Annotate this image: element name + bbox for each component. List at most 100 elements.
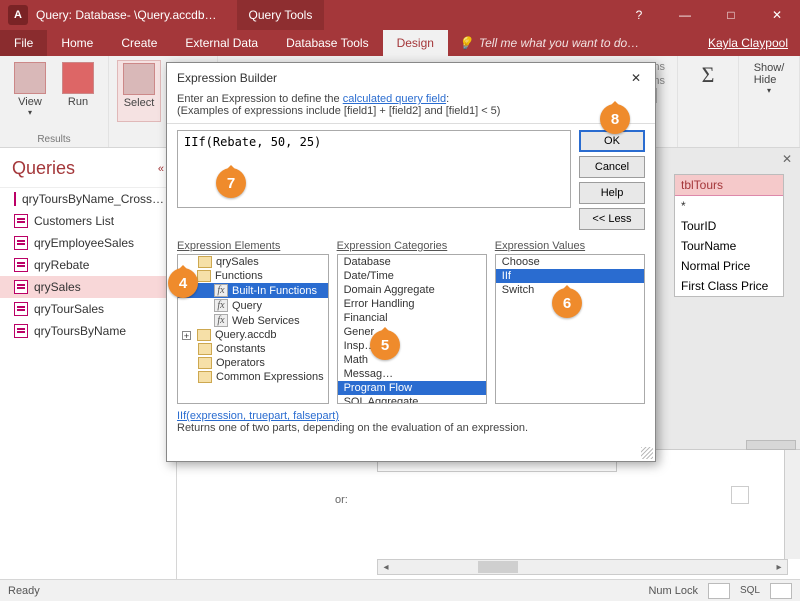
nav-item[interactable]: qryEmployeeSales — [0, 232, 176, 254]
category-item[interactable]: Financial — [338, 311, 486, 325]
scroll-left-icon[interactable]: ◂ — [378, 560, 394, 574]
expression-elements-tree[interactable]: qrySales-FunctionsfxBuilt-In Functionsfx… — [177, 254, 329, 404]
tree-item[interactable]: + Query.accdb — [178, 328, 328, 342]
splitter-handle[interactable] — [746, 440, 796, 450]
tree-item[interactable]: fx Query — [178, 298, 328, 313]
status-numlock: Num Lock — [648, 585, 698, 597]
nav-item[interactable]: qryRebate — [0, 254, 176, 276]
tree-item[interactable]: -Functions — [178, 269, 328, 283]
signed-in-user[interactable]: Kayla Claypool — [696, 30, 800, 56]
view-button[interactable]: View▾ — [8, 60, 52, 119]
tree-item[interactable]: qrySales — [178, 255, 328, 269]
nav-header[interactable]: Queries « — [0, 154, 176, 188]
category-item[interactable]: Messag… — [338, 367, 486, 381]
category-item[interactable]: Insp… — [338, 339, 486, 353]
document-close-button[interactable]: ✕ — [782, 152, 792, 166]
table-field[interactable]: TourName — [675, 236, 783, 256]
intro-link[interactable]: calculated query field — [343, 93, 446, 105]
navigation-pane: Queries « qryToursByName_Cross… Customers … — [0, 148, 177, 579]
nav-item[interactable]: qrySales — [0, 276, 176, 298]
less-button[interactable]: << Less — [579, 208, 645, 230]
run-button[interactable]: Run — [56, 60, 100, 119]
tab-external-data[interactable]: External Data — [171, 30, 272, 56]
folder-icon — [197, 270, 211, 282]
nav-item[interactable]: qryTourSales — [0, 298, 176, 320]
query-icon — [14, 324, 28, 338]
table-tbltours[interactable]: tblTours TourIDTourNameNormal PriceFirst… — [674, 174, 784, 297]
nav-header-label: Queries — [12, 158, 75, 179]
value-item[interactable]: Choose — [496, 255, 644, 269]
query-icon — [14, 192, 16, 206]
tree-item[interactable]: Constants — [178, 342, 328, 356]
table-header: tblTours — [675, 175, 783, 196]
query-icon — [14, 280, 28, 294]
show-hide-button[interactable]: Show/ Hide▾ — [747, 60, 791, 97]
category-item[interactable]: SQL Aggregate — [338, 395, 486, 404]
tab-home[interactable]: Home — [47, 30, 107, 56]
tree-item-label: Query — [232, 300, 262, 312]
dialog-intro: Enter an Expression to define the calcul… — [167, 93, 655, 124]
grid-vscroll[interactable] — [784, 450, 800, 559]
category-item[interactable]: Date/Time — [338, 269, 486, 283]
tab-create[interactable]: Create — [107, 30, 171, 56]
nav-item[interactable]: qryToursByName_Cross… — [0, 188, 176, 210]
tree-item[interactable]: Operators — [178, 356, 328, 370]
help-button[interactable]: Help — [579, 182, 645, 204]
expression-values-list[interactable]: ChooseIIfSwitch — [495, 254, 645, 404]
close-button[interactable]: ✕ — [754, 0, 800, 30]
tab-database-tools[interactable]: Database Tools — [272, 30, 383, 56]
dialog-close-button[interactable]: ✕ — [627, 69, 645, 87]
category-item[interactable]: Domain Aggregate — [338, 283, 486, 297]
datasheet-view-button[interactable] — [708, 583, 730, 599]
callout-5: 5 — [370, 330, 400, 360]
select-button[interactable]: Select — [117, 60, 161, 122]
cancel-button[interactable]: Cancel — [579, 156, 645, 178]
folder-icon — [198, 357, 212, 369]
table-field[interactable]: First Class Price — [675, 276, 783, 296]
grid-show-checkbox[interactable] — [731, 486, 749, 504]
chevron-up-icon: « — [158, 163, 164, 175]
tree-item-label: Functions — [215, 270, 263, 282]
table-field[interactable]: TourID — [675, 216, 783, 236]
syntax-link[interactable]: IIf(expression, truepart, falsepart) — [177, 410, 339, 422]
callout-7: 7 — [216, 168, 246, 198]
nav-item[interactable]: Customers List — [0, 210, 176, 232]
tree-item-label: Query.accdb — [215, 329, 277, 341]
query-icon — [14, 214, 28, 228]
totals-button[interactable]: Σ — [686, 60, 730, 90]
table-row-all[interactable] — [675, 196, 783, 216]
tab-design[interactable]: Design — [383, 30, 448, 56]
folder-icon — [198, 343, 212, 355]
tree-item[interactable]: fxBuilt-In Functions — [178, 283, 328, 298]
folder-icon — [198, 371, 212, 383]
expression-categories-list[interactable]: DatabaseDate/TimeDomain AggregateError H… — [337, 254, 487, 404]
intro-prefix: Enter an Expression to define the — [177, 93, 343, 105]
scroll-thumb[interactable] — [478, 561, 518, 573]
grid-hscroll[interactable]: ◂ ▸ — [377, 559, 788, 575]
design-view-button[interactable] — [770, 583, 792, 599]
expand-icon[interactable]: + — [182, 331, 191, 340]
category-item[interactable]: Math — [338, 353, 486, 367]
category-item[interactable]: Error Handling — [338, 297, 486, 311]
folder-icon — [197, 329, 211, 341]
category-item[interactable]: Database — [338, 255, 486, 269]
maximize-button[interactable]: □ — [708, 0, 754, 30]
category-item[interactable]: Gener… — [338, 325, 486, 339]
category-item[interactable]: Program Flow — [338, 381, 486, 395]
nav-item[interactable]: qryToursByName — [0, 320, 176, 342]
tab-file[interactable]: File — [0, 30, 47, 56]
nav-item-label: Customers List — [34, 214, 114, 228]
tree-item[interactable]: Common Expressions — [178, 370, 328, 384]
scroll-right-icon[interactable]: ▸ — [771, 560, 787, 574]
help-icon[interactable]: ? — [616, 0, 662, 30]
expression-values-label: Expression Values — [495, 240, 645, 252]
tree-item[interactable]: fxWeb Services — [178, 313, 328, 328]
sql-view-button[interactable]: SQL — [740, 585, 760, 596]
fx-icon: fx — [214, 299, 228, 312]
tell-me-search[interactable]: 💡Tell me what you want to do… — [448, 30, 649, 56]
nav-item-label: qryTourSales — [34, 302, 104, 316]
minimize-button[interactable]: — — [662, 0, 708, 30]
context-tab-query-tools[interactable]: Query Tools — [237, 0, 325, 30]
table-field[interactable]: Normal Price — [675, 256, 783, 276]
resize-grip-icon[interactable] — [641, 447, 653, 459]
